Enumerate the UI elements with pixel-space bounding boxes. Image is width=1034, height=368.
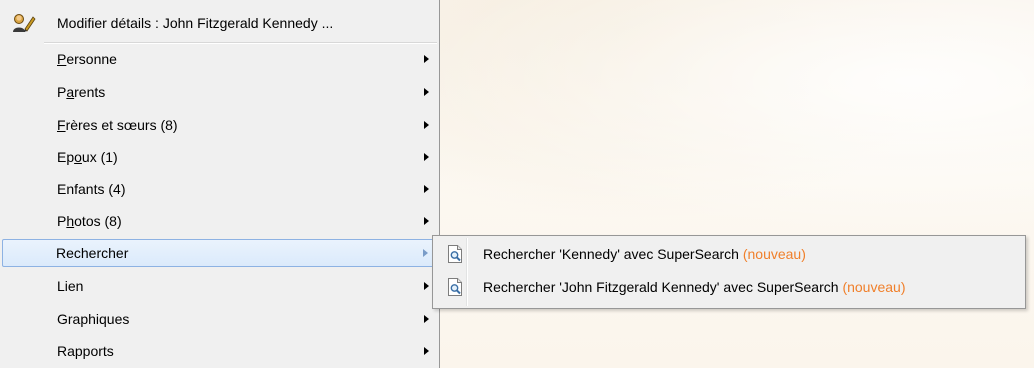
menu-item-label: Frères et sœurs (8) [57, 117, 178, 133]
menu-item-rapports[interactable]: Rapports [3, 337, 437, 365]
menu-item-enfants[interactable]: Enfants (4) [3, 175, 437, 203]
edit-details-menu-item[interactable]: Modifier détails : John Fitzgerald Kenne… [0, 8, 440, 38]
menu-item-label: Enfants (4) [57, 181, 126, 197]
menu-item-freres-soeurs[interactable]: Frères et sœurs (8) [3, 111, 437, 139]
menu-item-personne[interactable]: Personne [3, 45, 437, 73]
menu-item-epoux[interactable]: Epoux (1) [3, 143, 437, 171]
submenu-arrow-icon [424, 55, 429, 63]
submenu-arrow-icon [424, 88, 429, 96]
submenu-arrow-icon [424, 347, 429, 355]
menu-item-rechercher[interactable]: Rechercher [2, 239, 436, 267]
submenu-arrow-icon [424, 153, 429, 161]
submenu-arrow-icon [424, 315, 429, 323]
menu-item-label: Graphiques [57, 311, 130, 327]
submenu-arrow-icon [423, 249, 428, 257]
menu-item-label: Epoux (1) [57, 149, 118, 165]
submenu-arrow-icon [424, 217, 429, 225]
menu-item-lien[interactable]: Lien [3, 272, 437, 300]
menu-item-graphiques[interactable]: Graphiques [3, 305, 437, 333]
rechercher-submenu: Rechercher 'Kennedy' avec SuperSearch (n… [432, 235, 1026, 309]
new-badge: (nouveau) [842, 279, 906, 295]
submenu-arrow-icon [424, 282, 429, 290]
menu-item-label: Rechercher [56, 245, 129, 261]
menu-item-label: Rapports [57, 343, 114, 359]
submenu-item-search-kennedy[interactable]: Rechercher 'Kennedy' avec SuperSearch (n… [435, 239, 1023, 269]
menu-separator [44, 42, 437, 44]
edit-person-icon [13, 14, 36, 32]
document-search-icon [448, 245, 462, 263]
menu-item-label: Personne [57, 51, 117, 67]
new-badge: (nouveau) [742, 246, 806, 262]
menu-item-parents[interactable]: Parents [3, 78, 437, 106]
submenu-item-search-john-fitzgerald-kennedy[interactable]: Rechercher 'John Fitzgerald Kennedy' ave… [435, 272, 1023, 302]
menu-item-label: Lien [57, 278, 84, 294]
edit-details-label: Modifier détails : John Fitzgerald Kenne… [57, 15, 334, 31]
menu-item-label: Photos (8) [57, 213, 122, 229]
submenu-arrow-icon [424, 185, 429, 193]
context-menu: Modifier détails : John Fitzgerald Kenne… [0, 0, 440, 368]
menu-item-photos[interactable]: Photos (8) [3, 207, 437, 235]
document-search-icon [448, 278, 462, 296]
submenu-item-label: Rechercher 'Kennedy' avec SuperSearch (n… [483, 246, 806, 262]
menu-item-label: Parents [57, 84, 106, 100]
submenu-arrow-icon [424, 121, 429, 129]
submenu-item-label: Rechercher 'John Fitzgerald Kennedy' ave… [483, 279, 906, 295]
